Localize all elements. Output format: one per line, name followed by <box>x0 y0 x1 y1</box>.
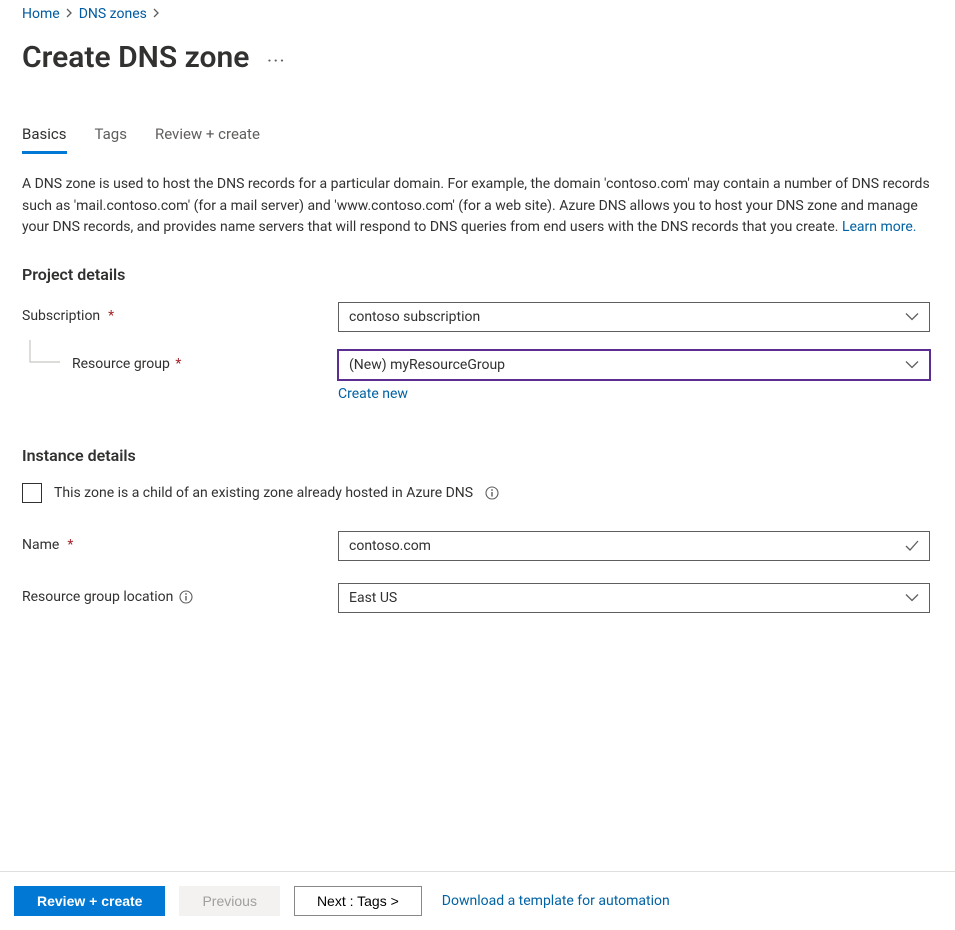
required-indicator: * <box>175 356 181 372</box>
download-template-link[interactable]: Download a template for automation <box>442 893 670 909</box>
rg-location-select[interactable]: East US <box>338 583 930 613</box>
chevron-right-icon <box>66 8 73 21</box>
chevron-down-icon <box>905 313 919 322</box>
name-label: Name <box>22 537 59 553</box>
footer: Review + create Previous Next : Tags > D… <box>0 871 955 930</box>
tabs: Basics Tags Review + create <box>22 121 933 154</box>
tab-basics[interactable]: Basics <box>22 121 67 154</box>
next-button[interactable]: Next : Tags > <box>294 886 422 916</box>
child-zone-label: This zone is a child of an existing zone… <box>54 485 473 501</box>
chevron-right-icon <box>153 8 160 21</box>
subscription-label: Subscription <box>22 308 100 324</box>
rg-location-value: East US <box>349 590 397 606</box>
resource-group-label: Resource group <box>72 356 170 372</box>
required-indicator: * <box>67 537 73 553</box>
tab-tags[interactable]: Tags <box>95 121 127 154</box>
section-project-details: Project details <box>22 265 933 284</box>
tab-review-create[interactable]: Review + create <box>155 121 260 154</box>
checkmark-icon <box>905 540 919 552</box>
breadcrumb: Home DNS zones <box>22 6 933 22</box>
resource-group-value: (New) myResourceGroup <box>349 357 505 373</box>
learn-more-link[interactable]: Learn more. <box>842 219 917 235</box>
description-text: A DNS zone is used to host the DNS recor… <box>22 174 932 239</box>
child-zone-checkbox[interactable] <box>22 483 42 503</box>
name-input[interactable]: contoso.com <box>338 531 930 561</box>
breadcrumb-dns-zones[interactable]: DNS zones <box>79 6 147 22</box>
resource-group-select[interactable]: (New) myResourceGroup <box>338 350 930 380</box>
required-indicator: * <box>108 308 114 324</box>
previous-button[interactable]: Previous <box>179 886 279 916</box>
chevron-down-icon <box>905 361 919 370</box>
create-new-link[interactable]: Create new <box>338 386 408 402</box>
chevron-down-icon <box>905 594 919 603</box>
subscription-select[interactable]: contoso subscription <box>338 302 930 332</box>
info-icon[interactable] <box>179 590 193 604</box>
name-value: contoso.com <box>349 538 431 554</box>
more-actions-icon[interactable]: ··· <box>267 47 286 69</box>
rg-location-label: Resource group location <box>22 589 173 605</box>
subscription-value: contoso subscription <box>349 309 480 325</box>
breadcrumb-home[interactable]: Home <box>22 6 60 22</box>
page-title: Create DNS zone <box>22 40 249 75</box>
info-icon[interactable] <box>485 486 499 500</box>
review-create-button[interactable]: Review + create <box>14 886 165 916</box>
section-instance-details: Instance details <box>22 446 933 465</box>
